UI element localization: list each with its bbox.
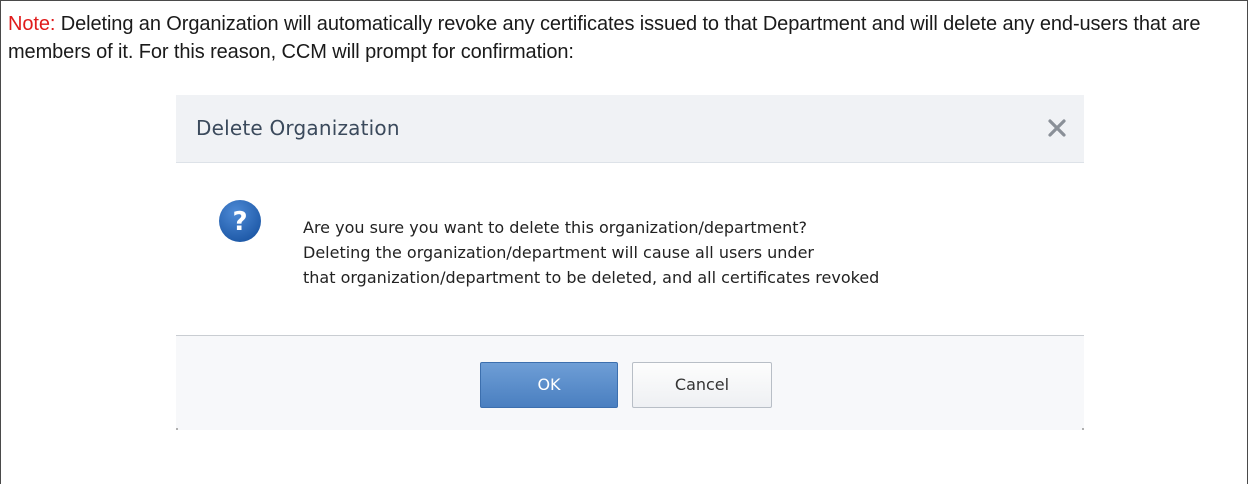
message-line: that organization/department to be delet… [303, 268, 880, 287]
message-line: Deleting the organization/department wil… [303, 243, 814, 262]
resize-corner-right [1082, 428, 1084, 430]
dialog-message: Are you sure you want to delete this org… [303, 215, 1063, 290]
resize-corner-left [176, 428, 178, 430]
dialog-footer: OK Cancel [176, 336, 1084, 430]
delete-organization-dialog: Delete Organization ? Are you sure you w… [176, 95, 1084, 430]
note-label: Note: [8, 13, 56, 35]
dialog-header: Delete Organization [176, 95, 1084, 163]
note-body: Deleting an Organization will automatica… [8, 13, 1201, 63]
svg-text:?: ? [232, 207, 247, 237]
dialog-title: Delete Organization [196, 116, 400, 140]
cancel-button[interactable]: Cancel [632, 362, 772, 408]
question-icon: ? [218, 199, 262, 243]
message-line: Are you sure you want to delete this org… [303, 218, 808, 237]
close-icon[interactable] [1044, 115, 1070, 141]
note-paragraph: Note: Deleting an Organization will auto… [8, 10, 1240, 66]
ok-button[interactable]: OK [480, 362, 618, 408]
